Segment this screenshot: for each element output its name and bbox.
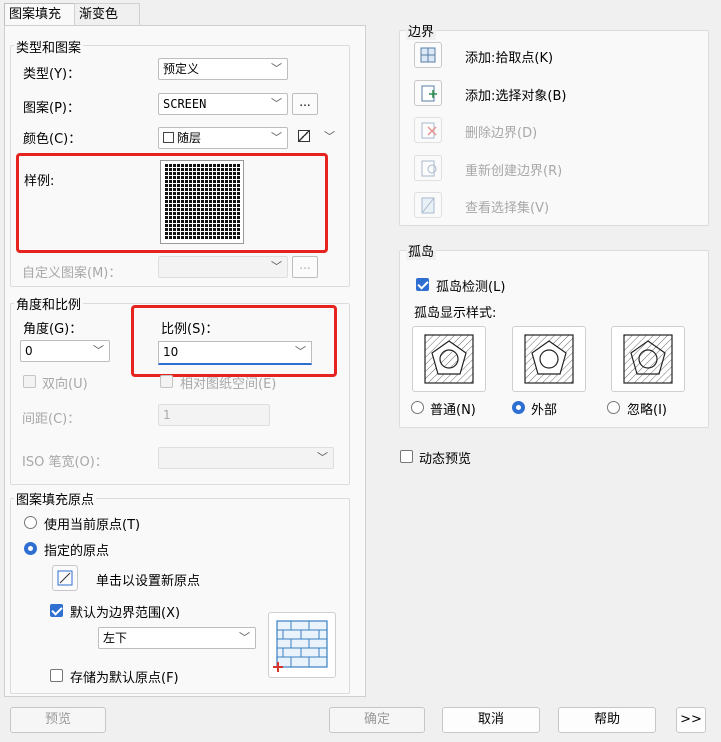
pattern-label: 图案(P)：	[23, 101, 80, 116]
island-outer-preview[interactable]	[512, 326, 586, 392]
view-selection-button[interactable]	[414, 192, 442, 218]
island-ignore-preview[interactable]	[611, 326, 685, 392]
dynamic-preview-label: 动态预览	[419, 452, 472, 467]
color-combo[interactable]: 随层 ﹀	[158, 127, 288, 149]
specified-origin-label: 指定的原点	[44, 544, 110, 559]
use-current-origin-label: 使用当前原点(T)	[44, 518, 141, 533]
specified-origin-radio[interactable]	[24, 542, 37, 555]
cancel-button[interactable]: 取消	[442, 707, 540, 733]
chevron-down-icon: ﹀	[93, 344, 104, 357]
type-value: 预定义	[163, 62, 200, 76]
chevron-down-icon: ﹀	[239, 631, 250, 644]
custom-pattern-label: 自定义图案(M)：	[22, 266, 122, 281]
tab-hatch[interactable]: 图案填充	[4, 3, 82, 26]
double-checkbox[interactable]	[23, 375, 36, 388]
custom-pattern-combo[interactable]: ﹀	[158, 256, 288, 278]
island-ignore-icon	[623, 334, 673, 384]
preview-button[interactable]: 预览	[10, 707, 106, 733]
ok-button[interactable]: 确定	[329, 707, 425, 733]
default-boundary-checkbox[interactable]	[50, 604, 63, 617]
dynamic-preview-checkbox[interactable]	[400, 450, 413, 463]
bg-color-combo[interactable]: ﹀	[294, 127, 340, 149]
origin-position-combo[interactable]: 左下 ﹀	[98, 627, 256, 649]
no-fill-icon	[298, 130, 310, 142]
recreate-boundary-label: 重新创建边界(R)	[465, 164, 563, 179]
chevron-down-icon: ﹀	[271, 131, 282, 144]
color-label: 颜色(C)：	[23, 132, 82, 147]
remove-boundary-label: 删除边界(D)	[465, 126, 538, 141]
relative-paper-checkbox[interactable]	[160, 375, 173, 388]
chevron-down-icon: ﹀	[271, 260, 282, 273]
spacing-label: 间距(C)：	[22, 412, 81, 427]
pattern-combo[interactable]: SCREEN ﹀	[158, 93, 288, 115]
iso-pen-label: ISO 笔宽(O)：	[22, 455, 108, 470]
store-default-origin-checkbox[interactable]	[50, 669, 63, 682]
add-pick-point-label: 添加:拾取点(K)	[465, 51, 554, 66]
island-outer-label: 外部	[531, 403, 558, 418]
add-pick-point-button[interactable]	[414, 42, 442, 68]
view-selection-icon	[421, 197, 435, 214]
color-value: 随层	[177, 131, 202, 145]
chevron-down-icon: ﹀	[324, 130, 335, 143]
chevron-down-icon: ﹀	[271, 62, 282, 75]
island-normal-icon	[424, 334, 474, 384]
recreate-boundary-icon	[421, 160, 437, 177]
remove-boundary-icon	[421, 122, 437, 139]
custom-browse-button[interactable]: ...	[292, 256, 318, 278]
angle-scale-title: 角度和比例	[14, 294, 84, 313]
tab-gradient[interactable]: 渐变色	[74, 3, 140, 26]
double-label: 双向(U)	[42, 377, 88, 392]
type-label: 类型(Y)：	[23, 67, 81, 82]
brick-origin-icon	[273, 620, 328, 672]
click-set-origin-label: 单击以设置新原点	[96, 574, 201, 589]
remove-boundary-button[interactable]	[414, 117, 442, 143]
island-style-label: 孤岛显示样式:	[414, 306, 497, 321]
help-button[interactable]: 帮助	[558, 707, 656, 733]
default-boundary-label: 默认为边界范围(X)	[70, 606, 181, 621]
angle-value: 0	[25, 344, 33, 358]
angle-combo[interactable]: 0 ﹀	[20, 340, 110, 362]
more-options-button[interactable]: >>	[676, 707, 706, 733]
pattern-value: SCREEN	[163, 97, 207, 111]
spacing-input[interactable]: 1	[158, 404, 270, 426]
set-origin-icon	[57, 570, 73, 586]
highlight-box	[131, 305, 337, 377]
view-selection-label: 查看选择集(V)	[465, 201, 550, 216]
island-normal-label: 普通(N)	[430, 403, 476, 418]
island-detect-checkbox[interactable]	[416, 278, 429, 291]
island-normal-preview[interactable]	[412, 326, 486, 392]
highlight-box	[16, 153, 328, 253]
island-ignore-radio[interactable]	[607, 401, 620, 414]
island-ignore-label: 忽略(I)	[627, 403, 667, 418]
type-pattern-title: 类型和图案	[14, 37, 84, 56]
select-objects-icon	[421, 85, 437, 102]
island-outer-radio[interactable]	[512, 401, 525, 414]
store-default-origin-label: 存储为默认原点(F)	[70, 671, 179, 686]
boundary-title: 边界	[406, 21, 437, 40]
origin-position-value: 左下	[103, 631, 128, 645]
chevron-down-icon: ﹀	[317, 451, 328, 464]
set-origin-button[interactable]	[52, 565, 78, 591]
type-combo[interactable]: 预定义 ﹀	[158, 58, 288, 80]
origin-title: 图案填充原点	[14, 489, 97, 508]
pick-point-icon	[420, 47, 436, 63]
add-select-objects-button[interactable]	[414, 80, 442, 106]
relative-paper-label: 相对图纸空间(E)	[180, 377, 277, 392]
island-outer-icon	[524, 334, 574, 384]
angle-label: 角度(G)：	[23, 322, 83, 337]
island-detect-label: 孤岛检测(L)	[436, 280, 506, 295]
pattern-browse-button[interactable]: ...	[292, 93, 318, 115]
recreate-boundary-button[interactable]	[414, 155, 442, 181]
iso-pen-combo[interactable]: ﹀	[158, 447, 334, 469]
boundary-group	[399, 30, 709, 226]
island-normal-radio[interactable]	[411, 401, 424, 414]
spacing-value: 1	[163, 408, 171, 422]
color-swatch-icon	[163, 132, 174, 143]
chevron-down-icon: ﹀	[271, 97, 282, 110]
origin-preview	[268, 612, 336, 678]
island-title: 孤岛	[406, 241, 437, 260]
use-current-origin-radio[interactable]	[24, 516, 37, 529]
add-select-objects-label: 添加:选择对象(B)	[465, 89, 567, 104]
